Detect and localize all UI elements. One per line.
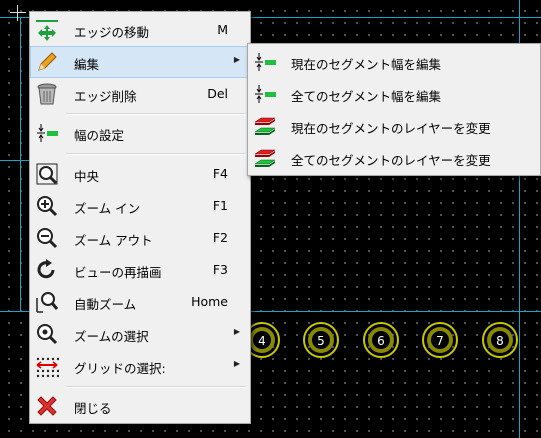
width-icon [253, 50, 277, 74]
grid-icon [35, 354, 60, 378]
menu-item-label: エッジの移動 [74, 25, 150, 40]
zoom-select-icon [35, 322, 59, 346]
menu-item-move-edge[interactable]: エッジの移動 M [31, 15, 249, 45]
pad-label: 4 [258, 334, 266, 348]
menu-item-label: 自動ズーム [74, 297, 137, 312]
menu-item-set-width[interactable]: 幅の設定 [31, 118, 249, 148]
menu-separator [66, 386, 246, 388]
trash-icon [35, 82, 59, 106]
move-icon [35, 18, 59, 42]
submenu-item-change-current-layer[interactable]: 現在のセグメントのレイヤーを変更 [249, 110, 539, 140]
menu-item-label: エッジ削除 [74, 89, 137, 104]
pad-label: 5 [317, 334, 325, 348]
pad-7[interactable]: 7 [421, 321, 459, 359]
pad-5[interactable]: 5 [302, 321, 340, 359]
menu-item-edit[interactable]: 編集 ▶ [30, 46, 250, 78]
menu-item-label: ズーム アウト [74, 233, 153, 248]
zoom-in-icon [35, 194, 59, 218]
menu-item-zoom-auto[interactable]: 自動ズーム Home [31, 287, 249, 317]
menu-item-shortcut: F3 [212, 262, 228, 277]
menu-separator [66, 113, 246, 115]
zoom-center-icon [35, 162, 59, 186]
menu-separator [66, 153, 246, 155]
layer-swap-icon [253, 146, 277, 170]
menu-item-shortcut: Del [207, 86, 228, 101]
pad-label: 7 [436, 334, 444, 348]
menu-item-label: 編集 [74, 57, 100, 72]
menu-item-zoom-select[interactable]: ズームの選択 ▶ [31, 319, 249, 349]
menu-item-zoom-in[interactable]: ズーム イン F1 [31, 191, 249, 221]
pad-6[interactable]: 6 [362, 321, 400, 359]
menu-item-label: ズームの選択 [74, 329, 149, 344]
cursor-crosshair-h [10, 12, 26, 13]
menu-item-shortcut: Home [191, 294, 228, 309]
zoom-auto-icon [35, 290, 59, 314]
submenu-arrow-icon: ▶ [233, 359, 240, 368]
menu-item-delete-edge[interactable]: エッジ削除 Del [31, 79, 249, 109]
redraw-icon [35, 258, 59, 282]
pad-label: 8 [496, 334, 504, 348]
edit-submenu: 現在のセグメント幅を編集 全てのセグメント幅を編集 現在のセグメントのレイヤーを… [247, 43, 541, 176]
menu-item-shortcut: M [217, 22, 228, 37]
menu-item-zoom-out[interactable]: ズーム アウト F2 [31, 223, 249, 253]
submenu-item-label: 全てのセグメントのレイヤーを変更 [291, 153, 491, 168]
submenu-item-change-all-layer[interactable]: 全てのセグメントのレイヤーを変更 [249, 142, 539, 172]
menu-item-label: 中央 [74, 169, 100, 184]
menu-item-shortcut: F2 [212, 230, 228, 245]
submenu-item-label: 全てのセグメント幅を編集 [291, 89, 442, 104]
menu-item-redraw[interactable]: ビューの再描画 F3 [31, 255, 249, 285]
menu-item-label: 閉じる [74, 401, 112, 416]
pencil-icon [35, 50, 59, 74]
submenu-item-edit-current-width[interactable]: 現在のセグメント幅を編集 [249, 46, 539, 76]
menu-item-label: ビューの再描画 [74, 265, 162, 280]
submenu-item-label: 現在のセグメントのレイヤーを変更 [291, 121, 491, 136]
submenu-arrow-icon: ▶ [233, 327, 240, 336]
submenu-item-edit-all-width[interactable]: 全てのセグメント幅を編集 [249, 78, 539, 108]
submenu-arrow-icon: ▶ [233, 55, 240, 64]
menu-item-shortcut: F1 [212, 198, 228, 213]
menu-item-grid-select[interactable]: グリッドの選択: ▶ [31, 351, 249, 381]
menu-item-close[interactable]: 閉じる [31, 391, 249, 421]
menu-item-shortcut: F4 [212, 166, 228, 181]
cursor-crosshair-v [17, 5, 18, 21]
menu-item-label: ズーム イン [74, 201, 141, 216]
close-icon [35, 394, 59, 418]
board-edge-left [20, 17, 21, 312]
menu-item-center[interactable]: 中央 F4 [31, 159, 249, 189]
pad-8[interactable]: 8 [481, 321, 519, 359]
width-icon [253, 82, 277, 106]
submenu-item-label: 現在のセグメント幅を編集 [291, 57, 442, 72]
pad-label: 6 [377, 334, 385, 348]
menu-item-label: グリッドの選択: [74, 361, 166, 376]
menu-item-label: 幅の設定 [74, 128, 125, 143]
zoom-out-icon [35, 226, 59, 250]
context-menu: エッジの移動 M 編集 ▶ エッジ削除 Del 幅の設定 中央 F4 ズーム イ… [29, 11, 251, 424]
width-icon [35, 121, 59, 145]
layer-swap-icon [253, 114, 277, 138]
